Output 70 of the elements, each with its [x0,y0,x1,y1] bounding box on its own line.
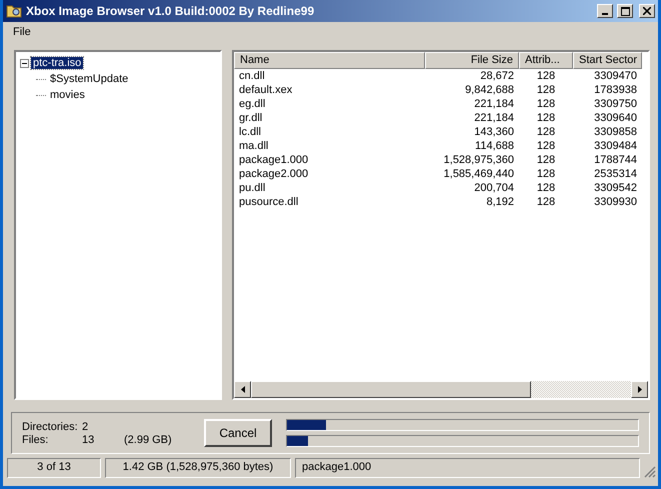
files-label: Files: [22,434,50,446]
menu-item[interactable]: File [9,26,35,38]
tree-item[interactable]: $SystemUpdate [48,73,130,85]
table-cell-text: 3309930 [593,195,638,209]
table-cell-text: 143,360 [473,125,515,139]
table-cell-text: 128 [536,69,556,83]
table-cell-text: 114,688 [474,139,515,153]
maximize-icon [620,6,630,16]
table-cell-text: 221,184 [473,111,515,125]
tree-item[interactable]: ptc-tra.iso [31,57,84,69]
table-cell-text: lc.dll [238,125,262,139]
column-header[interactable]: File Size [425,52,519,69]
horizontal-scrollbar[interactable] [234,381,648,398]
tree-item[interactable]: movies [48,89,87,101]
minimize-button[interactable] [597,4,613,18]
table-cell-text: 3309858 [593,125,638,139]
table-cell-text: 128 [536,195,556,209]
status-panel: package1.000 [295,458,640,478]
table-cell-text: 8,192 [485,195,515,209]
folder-icon [6,4,22,18]
table-cell-text: 128 [536,153,556,167]
column-header[interactable]: Attrib... [519,52,573,69]
table-cell-text: 128 [536,167,556,181]
table-cell-text: gr.dll [238,111,264,125]
table-cell-text: package2.000 [238,167,310,181]
table-cell-text: 1788744 [593,153,638,167]
table-cell-text: 221,184 [473,97,515,111]
table-cell-text: 2535314 [593,167,638,181]
table-cell-text: 1783938 [593,83,638,97]
resize-grip-icon[interactable] [644,466,656,478]
directories-label: Directories: [22,420,79,432]
files-count: 13 [82,434,96,446]
table-cell-text: 1,585,469,440 [442,167,515,181]
table-cell-text: eg.dll [238,97,266,111]
table-cell-text: 128 [536,111,556,125]
scroll-right-icon[interactable] [631,381,648,398]
table-cell-text: cn.dll [238,69,266,83]
table-cell-text: default.xex [238,83,294,97]
column-header[interactable]: Start Sector [573,52,642,69]
table-cell-text: 9,842,688 [464,83,515,97]
table-cell-text: 128 [536,181,556,195]
table-cell-text: 3309542 [593,181,638,195]
table-cell-text: 3309750 [593,97,638,111]
table-cell-text: 128 [536,125,556,139]
table-cell-text: package1.000 [238,153,310,167]
table-cell-text: 3309640 [593,111,638,125]
scroll-left-icon[interactable] [234,381,251,398]
close-button[interactable] [639,4,655,18]
table-cell-text: 128 [536,83,556,97]
table-cell-text: 1,528,975,360 [442,153,515,167]
cancel-button[interactable]: Cancel [204,419,272,447]
table-cell-text: 128 [536,139,556,153]
table-cell-text: 3309470 [593,69,638,83]
table-cell-text: ma.dll [238,139,270,153]
status-panel: 3 of 13 [7,458,101,478]
total-size: (2.99 GB) [124,434,173,446]
window-title: Xbox Image Browser v1.0 Build:0002 By Redline99 [26,4,316,18]
table-cell-text: pusource.dll [238,195,300,209]
table-cell-text: 28,672 [479,69,515,83]
table-cell-text: 200,704 [473,181,515,195]
scroll-thumb[interactable] [251,381,531,398]
directories-count: 2 [82,420,90,432]
status-panel: 1.42 GB (1,528,975,360 bytes) [105,458,291,478]
maximize-button[interactable] [617,4,633,18]
table-cell-text: 3309484 [593,139,638,153]
collapse-icon[interactable] [20,58,29,68]
table-cell-text: 128 [536,97,556,111]
table-cell-text: pu.dll [238,181,266,195]
close-icon [643,7,651,15]
column-header[interactable]: Name [234,52,425,69]
